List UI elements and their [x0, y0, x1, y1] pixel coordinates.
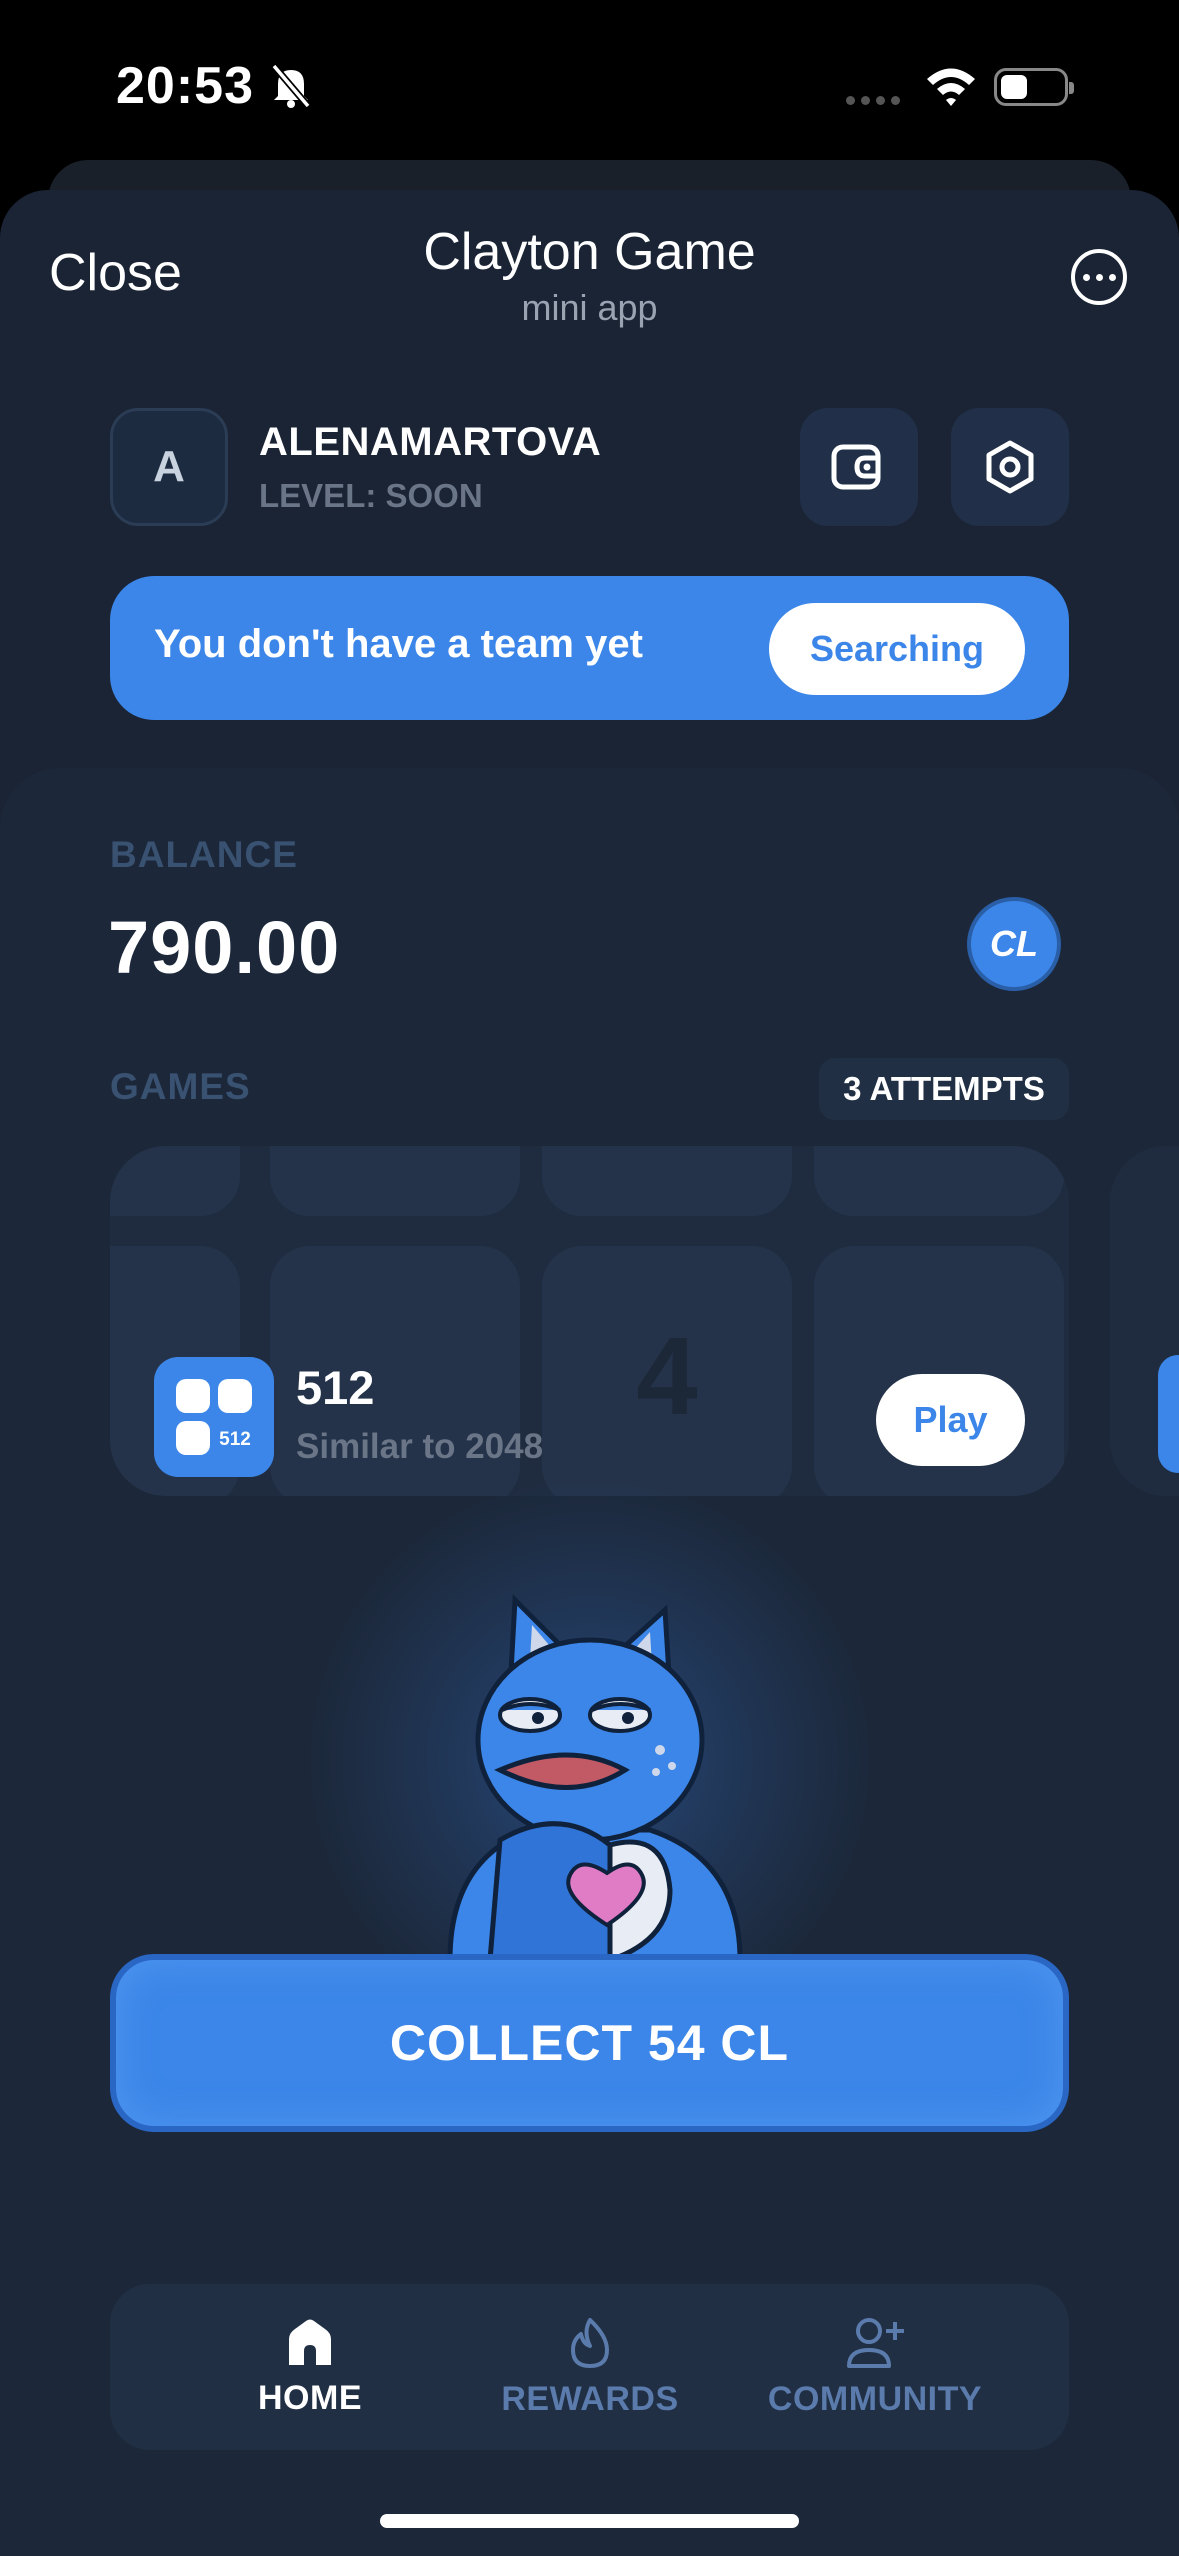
nav-label-rewards: REWARDS	[501, 2379, 679, 2418]
settings-icon	[986, 440, 1034, 494]
settings-button[interactable]	[951, 408, 1069, 526]
app-title: Clayton Game	[423, 223, 756, 281]
wifi-icon	[927, 68, 975, 106]
battery-icon	[994, 68, 1074, 106]
wallet-icon	[831, 444, 881, 490]
app-subtitle: mini app	[521, 287, 658, 328]
nav-rewards[interactable]: REWARDS	[480, 2284, 700, 2450]
next-game-icon	[1158, 1355, 1179, 1473]
bg-tile-four: 4	[542, 1246, 792, 1496]
game-512-icon: 512	[154, 1357, 274, 1477]
searching-button[interactable]: Searching	[769, 603, 1025, 695]
game-description: Similar to 2048	[296, 1427, 544, 1466]
username: ALENAMARTOVA	[259, 420, 602, 464]
more-options-button[interactable]	[1071, 249, 1127, 305]
user-level: LEVEL: SOON	[259, 477, 483, 514]
bg-tile	[814, 1146, 1064, 1216]
nav-label-home: HOME	[258, 2378, 362, 2417]
balance-value: 790.00	[108, 906, 341, 989]
more-icon	[1082, 273, 1090, 281]
add-user-icon	[847, 2317, 904, 2368]
balance-label: BALANCE	[110, 834, 298, 875]
signal-icon	[846, 96, 904, 106]
collect-button[interactable]: COLLECT 54 CL	[110, 1954, 1069, 2132]
nav-label-community: COMMUNITY	[767, 2379, 983, 2418]
attempts-badge: 3 ATTEMPTS	[819, 1058, 1069, 1120]
avatar[interactable]: A	[110, 408, 228, 526]
game-name: 512	[296, 1361, 375, 1414]
game-icon-number: 512	[219, 1429, 251, 1450]
mascot-cat-image	[447, 1594, 743, 1960]
play-button[interactable]: Play	[876, 1374, 1025, 1466]
nav-community[interactable]: COMMUNITY	[750, 2284, 1000, 2450]
wallet-button[interactable]	[800, 408, 918, 526]
games-label: GAMES	[110, 1066, 251, 1107]
home-icon	[289, 2319, 331, 2365]
bell-muted-icon	[271, 63, 311, 109]
bottom-nav: HOME REWARDS COMMUNITY	[110, 2284, 1069, 2450]
status-time: 20:53	[116, 57, 254, 115]
team-status-text: You don't have a team yet	[154, 622, 643, 666]
bg-tile	[270, 1146, 520, 1216]
bg-tile	[542, 1146, 792, 1216]
flame-icon	[571, 2317, 609, 2368]
cl-coin-icon: CL	[967, 897, 1061, 991]
bg-tile	[110, 1146, 240, 1216]
home-indicator	[380, 2514, 799, 2528]
nav-home[interactable]: HOME	[200, 2284, 420, 2450]
